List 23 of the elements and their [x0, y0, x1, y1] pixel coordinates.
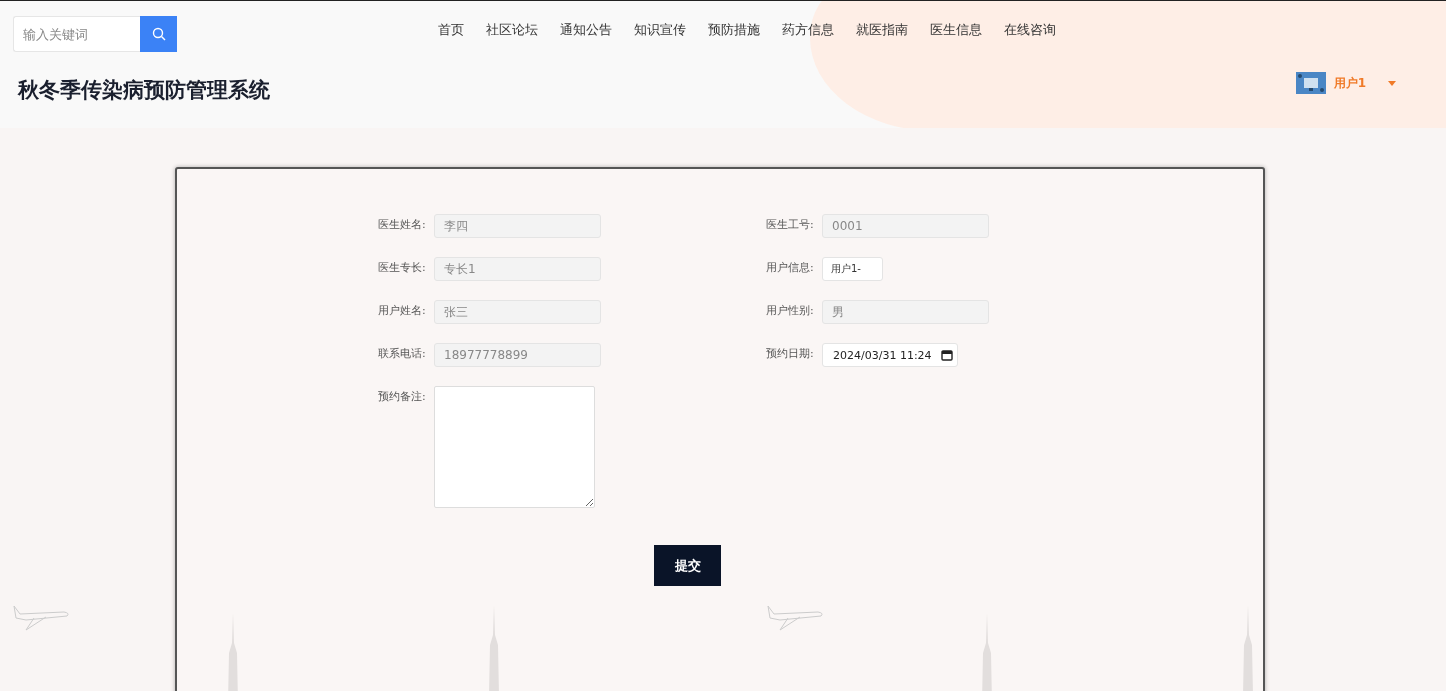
field-label: 预约备注: [378, 389, 427, 404]
search-field[interactable]: 输入关键词 [13, 16, 140, 52]
field-label: 联系电话: [378, 346, 427, 361]
submit-button[interactable]: 提交 [654, 545, 721, 586]
field-label: 预约日期: [766, 346, 815, 361]
field-label: 医生姓名: [378, 217, 427, 232]
nav-link[interactable]: 首页 [427, 21, 475, 39]
site-title: 秋冬季传染病预防管理系统 [18, 77, 270, 104]
nav-link[interactable]: 就医指南 [845, 21, 919, 39]
field-label: 医生专长: [378, 260, 427, 275]
date-field[interactable]: 2024/03/31 11:24 [822, 343, 958, 367]
select-field[interactable]: 用户1- [822, 257, 883, 281]
field-label: 用户姓名: [378, 303, 427, 318]
nav-link[interactable]: 在线咨询 [993, 21, 1067, 39]
field-label: 用户信息: [766, 260, 815, 275]
field-label: 用户性别: [766, 303, 815, 318]
nav-link[interactable]: 社区论坛 [475, 21, 549, 39]
nav-link[interactable]: 知识宣传 [623, 21, 697, 39]
nav-link[interactable]: 预防措施 [697, 21, 771, 39]
nav-link[interactable]: 医生信息 [919, 21, 993, 39]
nav-link[interactable]: 通知公告 [549, 21, 623, 39]
nav-link[interactable]: 药方信息 [771, 21, 845, 39]
field-label: 医生工号: [766, 217, 815, 232]
